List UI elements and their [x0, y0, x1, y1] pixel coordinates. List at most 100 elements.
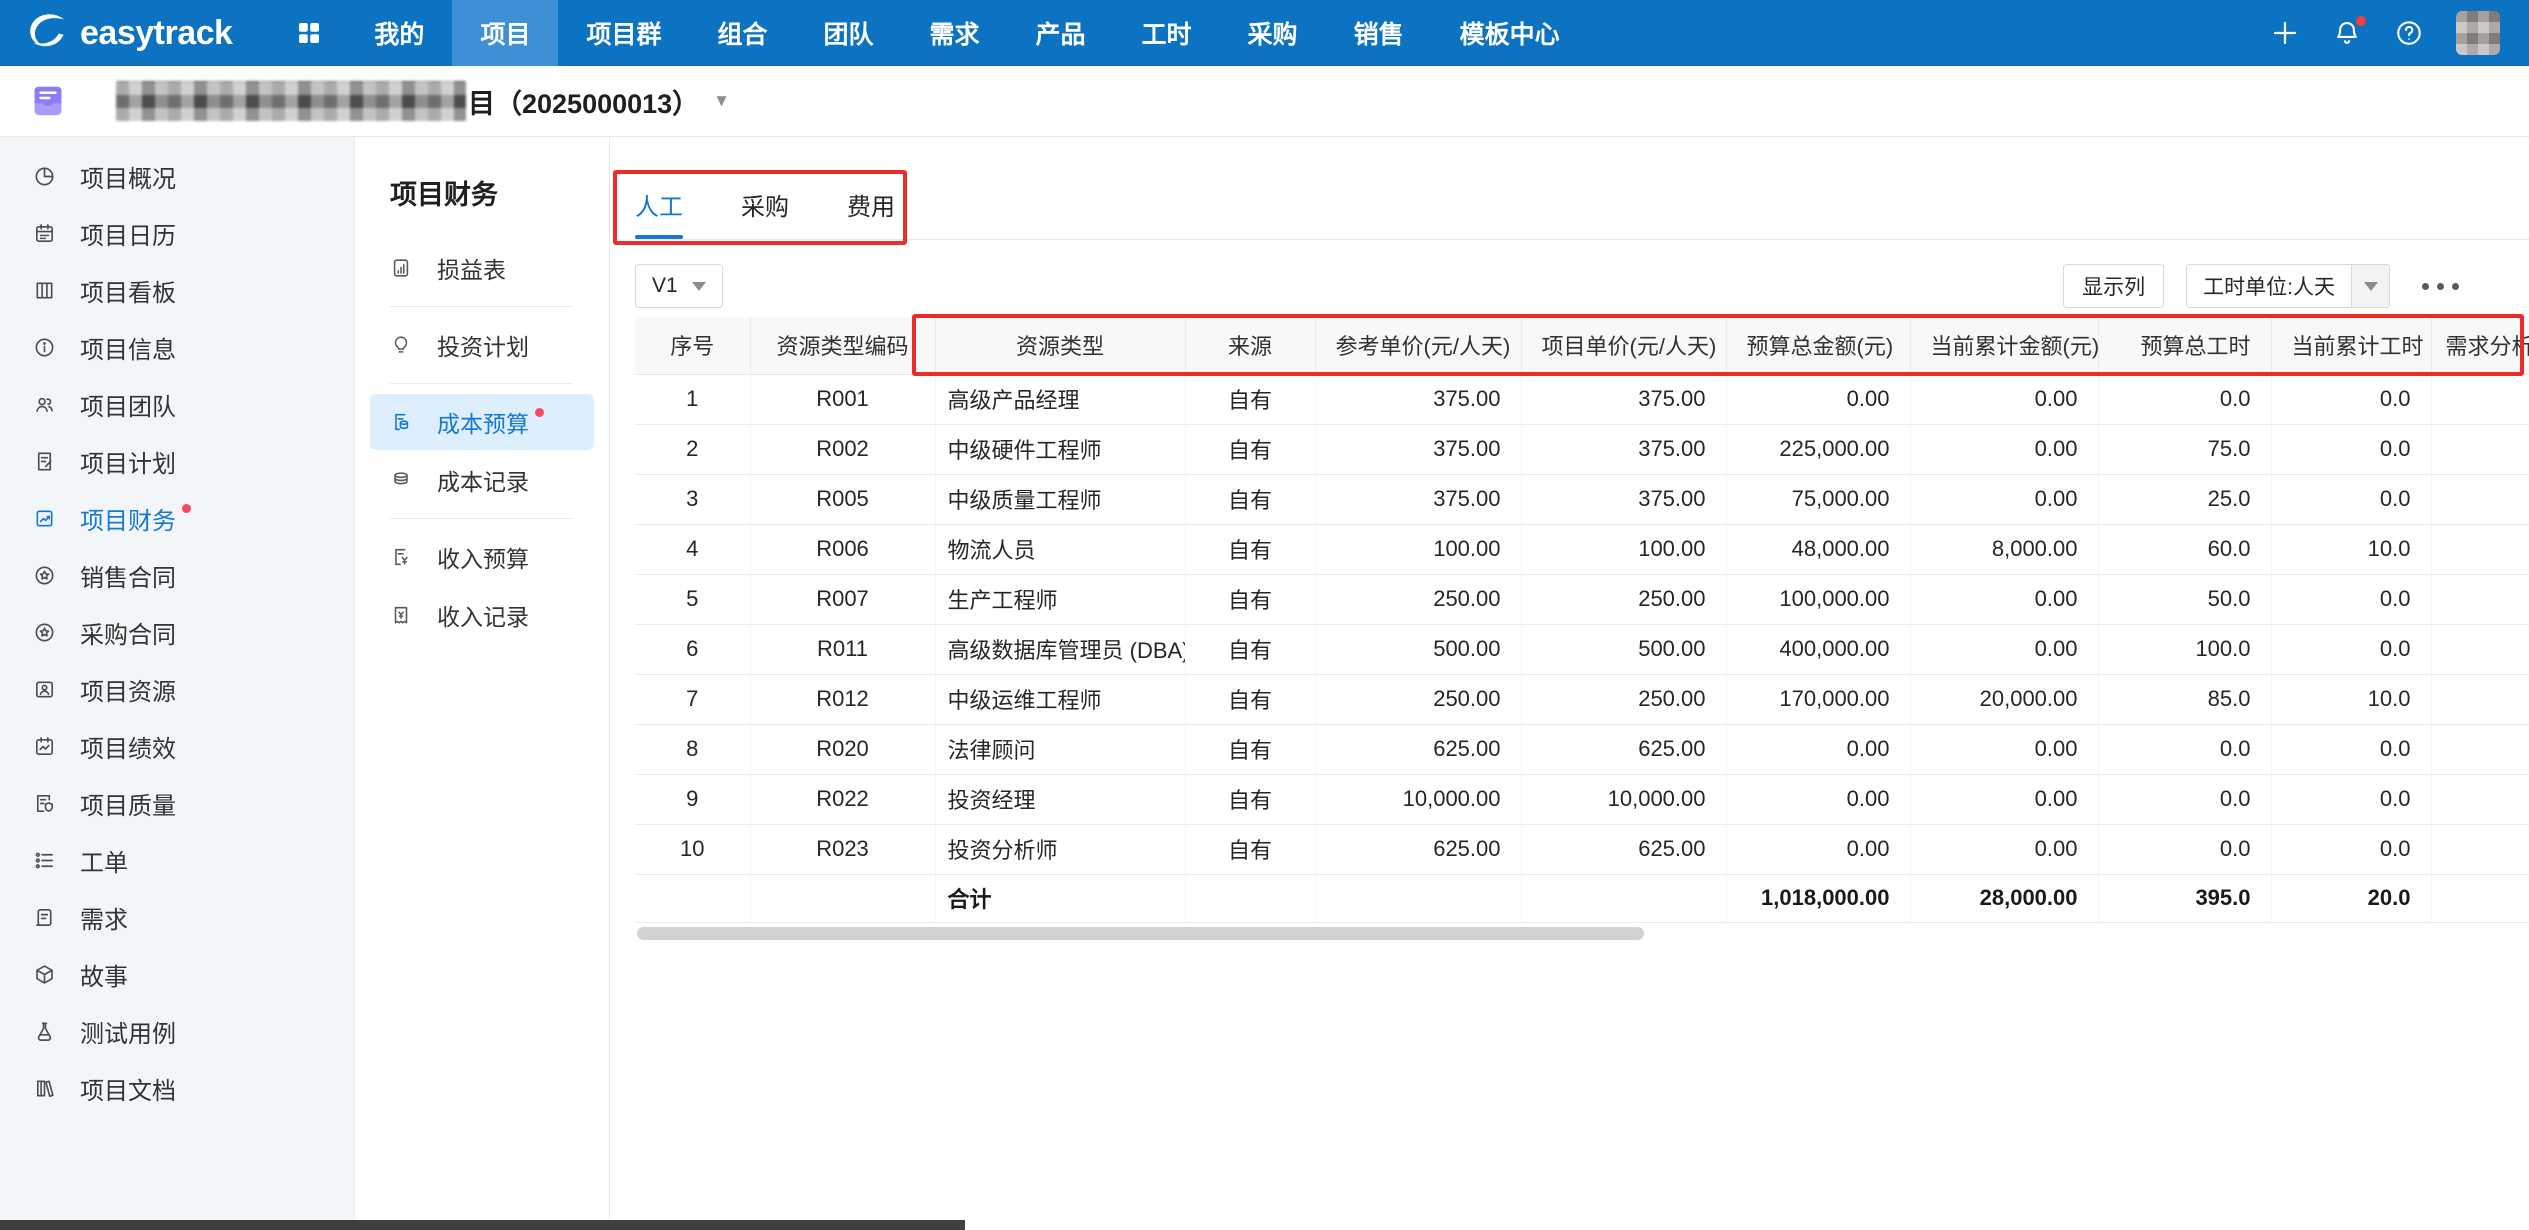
- column-header[interactable]: 资源类型编码: [750, 317, 935, 374]
- nav-item[interactable]: 需求: [902, 0, 1008, 66]
- nav-item[interactable]: 采购: [1220, 0, 1326, 66]
- sidebar-item[interactable]: 项目文档: [0, 1060, 354, 1117]
- table-cell: 0.0: [2271, 474, 2431, 524]
- sidebar-item[interactable]: 采购合同: [0, 604, 354, 661]
- bulb-icon: [390, 334, 412, 356]
- nav-item[interactable]: 项目群: [558, 0, 689, 66]
- table-cell: 自有: [1185, 674, 1315, 724]
- column-header[interactable]: 资源类型: [935, 317, 1185, 374]
- project-sidebar: 项目概况项目日历项目看板项目信息项目团队项目计划项目财务销售合同采购合同项目资源…: [0, 137, 355, 1230]
- table-cell: 1,000.00: [2431, 674, 2529, 724]
- sidebar-item-label: 项目质量: [80, 786, 176, 821]
- column-header[interactable]: 当前累计工时: [2271, 317, 2431, 374]
- nav-item[interactable]: 项目: [452, 0, 558, 66]
- version-select[interactable]: V1: [635, 264, 723, 308]
- show-columns-button[interactable]: 显示列: [2063, 264, 2164, 308]
- horizontal-scrollbar[interactable]: [637, 927, 1644, 940]
- chevron-down-icon: [692, 282, 706, 291]
- requirement-icon: [33, 906, 56, 929]
- nav-item[interactable]: 模板中心: [1432, 0, 1588, 66]
- column-header[interactable]: 参考单价(元/人天): [1315, 317, 1521, 374]
- column-header[interactable]: 需求分析: [2431, 317, 2529, 374]
- submenu-title: 项目财务: [390, 173, 594, 212]
- more-actions-button[interactable]: [2418, 277, 2463, 296]
- table-cell: 9: [635, 774, 750, 824]
- nav-item[interactable]: 团队: [795, 0, 901, 66]
- sidebar-item[interactable]: 项目资源: [0, 661, 354, 718]
- performance-icon: [33, 735, 56, 758]
- sidebar-item[interactable]: 项目概况: [0, 148, 354, 205]
- sidebar-item[interactable]: 测试用例: [0, 1003, 354, 1060]
- submenu-item-label: 成本预算: [437, 405, 529, 439]
- submenu-item[interactable]: 收入预算: [370, 529, 594, 585]
- apps-grid-icon[interactable]: [294, 18, 324, 48]
- sidebar-item[interactable]: 故事: [0, 946, 354, 1003]
- sidebar-item[interactable]: 项目质量: [0, 775, 354, 832]
- unread-badge: [182, 504, 191, 513]
- project-title-redacted: [116, 81, 466, 121]
- table-cell: 0.00: [1726, 374, 1910, 424]
- sidebar-item[interactable]: 项目计划: [0, 433, 354, 490]
- submenu-item[interactable]: 收入记录: [370, 587, 594, 643]
- column-header[interactable]: 预算总工时: [2098, 317, 2271, 374]
- tab-item[interactable]: 采购: [741, 170, 789, 239]
- time-unit-caret[interactable]: [2351, 265, 2389, 307]
- table-cell: 自有: [1185, 424, 1315, 474]
- table-cell: 625.00: [1315, 724, 1521, 774]
- column-header[interactable]: 当前累计金额(元): [1910, 317, 2098, 374]
- nav-item[interactable]: 工时: [1114, 0, 1220, 66]
- sidebar-item-label: 项目信息: [80, 330, 176, 365]
- column-header[interactable]: 预算总金额(元): [1726, 317, 1910, 374]
- column-header[interactable]: 序号: [635, 317, 750, 374]
- table-cell: 60.0: [2098, 524, 2271, 574]
- nav-item[interactable]: 组合: [689, 0, 795, 66]
- column-header[interactable]: 项目单价(元/人天): [1521, 317, 1726, 374]
- submenu-item[interactable]: 投资计划: [370, 317, 594, 373]
- notification-bell-icon[interactable]: [2332, 18, 2362, 48]
- submenu-item[interactable]: 成本记录: [370, 452, 594, 508]
- submenu-item-label: 损益表: [437, 251, 506, 285]
- table-cell: [1185, 874, 1315, 922]
- sidebar-item[interactable]: 项目日历: [0, 205, 354, 262]
- table-cell: 自有: [1185, 524, 1315, 574]
- submenu-item[interactable]: 损益表: [370, 240, 594, 296]
- table-cell: 10.0: [2271, 674, 2431, 724]
- avatar[interactable]: [2456, 11, 2500, 55]
- table-row: 4R006物流人员自有100.00100.0048,000.008,000.00…: [635, 524, 2529, 574]
- table-cell: 中级质量工程师: [935, 474, 1185, 524]
- table-cell: 自有: [1185, 774, 1315, 824]
- table-cell: [1521, 874, 1726, 922]
- table-total-row: 合计1,018,000.0028,000.00395.020.02,000.00: [635, 874, 2529, 922]
- sidebar-item[interactable]: 项目信息: [0, 319, 354, 376]
- help-icon[interactable]: [2394, 18, 2424, 48]
- sidebar-item[interactable]: 销售合同: [0, 547, 354, 604]
- nav-item[interactable]: 产品: [1008, 0, 1114, 66]
- project-switch-caret-icon[interactable]: ▼: [713, 91, 730, 111]
- tab-item[interactable]: 费用: [847, 170, 895, 239]
- table-cell: [2431, 624, 2529, 674]
- budget-table-wrap: 序号资源类型编码资源类型来源参考单价(元/人天)项目单价(元/人天)预算总金额(…: [635, 317, 2529, 923]
- medal-star-icon: [33, 564, 56, 587]
- table-cell: 4: [635, 524, 750, 574]
- sidebar-item[interactable]: 项目绩效: [0, 718, 354, 775]
- logo[interactable]: easytrack: [22, 0, 232, 66]
- sidebar-item[interactable]: 工单: [0, 832, 354, 889]
- table-controls: V1 显示列 工时单位:人天: [635, 264, 2529, 308]
- table-cell: 50.0: [2098, 574, 2271, 624]
- sidebar-item[interactable]: 项目看板: [0, 262, 354, 319]
- sidebar-item[interactable]: 项目团队: [0, 376, 354, 433]
- submenu-item[interactable]: 成本预算: [370, 394, 594, 450]
- create-plus-icon[interactable]: [2270, 18, 2300, 48]
- nav-item[interactable]: 我的: [346, 0, 452, 66]
- nav-item[interactable]: 销售: [1326, 0, 1432, 66]
- table-cell: R005: [750, 474, 935, 524]
- tab-active[interactable]: 人工: [635, 170, 683, 239]
- table-cell: [2431, 474, 2529, 524]
- table-cell: R020: [750, 724, 935, 774]
- table-cell: 0.00: [1910, 624, 2098, 674]
- time-unit-select[interactable]: 工时单位:人天: [2186, 264, 2390, 308]
- table-cell: 625.00: [1521, 824, 1726, 874]
- sidebar-item[interactable]: 项目财务: [0, 490, 354, 547]
- column-header[interactable]: 来源: [1185, 317, 1315, 374]
- sidebar-item[interactable]: 需求: [0, 889, 354, 946]
